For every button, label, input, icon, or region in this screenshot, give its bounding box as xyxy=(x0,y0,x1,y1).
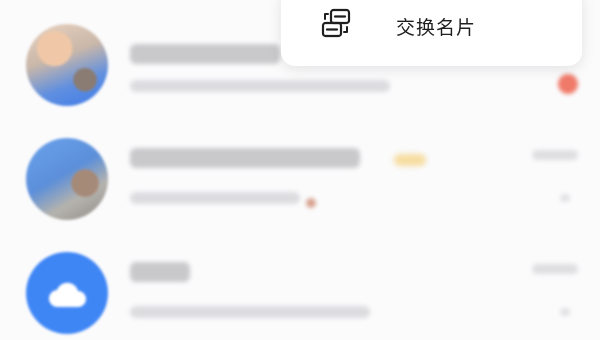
chat-preview-blurred xyxy=(130,80,390,92)
chat-time-blurred xyxy=(532,150,578,160)
chat-preview-blurred xyxy=(130,306,370,318)
chat-tag-blurred xyxy=(394,154,426,166)
screen: 交换名片 xyxy=(0,0,600,340)
popup-menu: 交换名片 xyxy=(281,0,582,66)
menu-item-label: 交换名片 xyxy=(396,17,477,39)
avatar[interactable] xyxy=(26,252,108,334)
chat-name-blurred xyxy=(130,262,190,282)
avatar[interactable] xyxy=(26,24,108,106)
chat-preview-blurred xyxy=(130,192,300,204)
mute-icon xyxy=(560,194,570,202)
chat-time-blurred xyxy=(532,264,578,274)
avatar[interactable] xyxy=(26,138,108,220)
chat-row[interactable] xyxy=(0,232,600,340)
chat-preview-emoji-blurred xyxy=(306,198,316,208)
chat-name-blurred xyxy=(130,148,360,168)
chat-row[interactable] xyxy=(0,118,600,230)
unread-badge xyxy=(558,74,578,94)
cloud-icon xyxy=(48,282,86,308)
chat-name-blurred xyxy=(130,44,280,64)
mute-icon xyxy=(560,308,570,316)
exchange-card-icon xyxy=(321,8,351,38)
menu-item-exchange-card[interactable]: 交换名片 xyxy=(281,0,582,66)
